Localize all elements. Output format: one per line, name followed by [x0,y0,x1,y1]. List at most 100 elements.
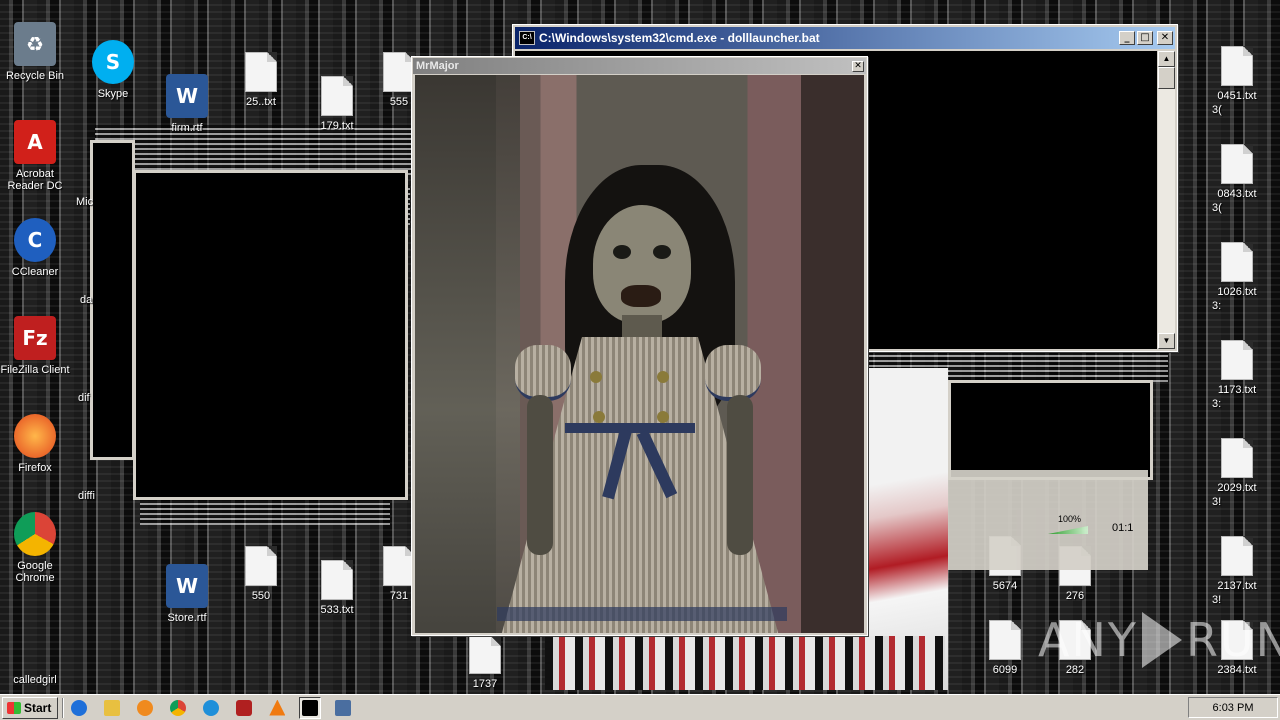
glitch-text: 3: [1212,300,1222,312]
desktop-icon-label: 25..txt [246,96,276,108]
desktop-file[interactable]: 550 [226,540,296,638]
clock-fragment: 01:1 [1112,522,1134,534]
mrmajor-window[interactable]: MrMajor ✕ [411,56,868,636]
close-button[interactable]: ✕ [1157,31,1173,45]
volume-bar [1048,526,1088,534]
cmd-window-title: C:\Windows\system32\cmd.exe - dolllaunch… [539,31,820,45]
desktop-file[interactable]: 2029.txt [1202,432,1272,530]
desktop-icon-recycle-bin[interactable]: ♻ Recycle Bin [0,18,70,116]
text-file-icon [1221,242,1253,282]
quick-launch-ie[interactable] [68,697,90,719]
desktop-icon-firefox[interactable]: Firefox [0,410,70,508]
desktop-icon-ccleaner[interactable]: C CCleaner [0,214,70,312]
acrobat-icon: A [14,120,56,164]
quick-launch-app[interactable] [233,697,255,719]
quick-launch-explorer[interactable] [101,697,123,719]
background-window [133,170,408,500]
word-doc-icon: W [166,74,208,118]
chrome-icon [170,699,187,716]
taskbar: Start 6:03 PM [0,694,1280,720]
desktop-icon-store-rtf[interactable]: W Store.rtf [152,560,222,658]
vlc-icon [269,699,286,716]
skype-icon: S [92,40,134,84]
desktop-file[interactable]: 6099 [970,614,1040,690]
desktop-icon-label: Recycle Bin [5,70,65,82]
text-file-icon [1221,144,1253,184]
start-button[interactable]: Start [2,696,59,719]
background-window [90,140,135,460]
doll-eye [653,245,671,259]
image-fragment [545,636,945,690]
cmd-scrollbar[interactable]: ▲ ▼ [1158,51,1175,349]
taskbar-window-button[interactable] [332,697,354,719]
desktop-file[interactable]: calledgirl [0,624,70,690]
mrmajor-titlebar[interactable]: MrMajor ✕ [413,58,866,74]
doll-button [657,371,669,383]
taskbar-clock[interactable]: 6:03 PM [1213,702,1254,714]
system-tray[interactable]: 6:03 PM [1188,697,1278,718]
scroll-thumb[interactable] [1158,67,1175,89]
scroll-down-button[interactable]: ▼ [1158,333,1175,349]
desktop-icon-label: 0451.txt [1217,90,1257,102]
maximize-button[interactable]: □ [1137,31,1153,45]
background-window [948,380,1153,480]
scroll-up-button[interactable]: ▲ [1158,51,1175,67]
filezilla-icon: Fz [14,316,56,360]
image-overlay [415,75,520,633]
quick-launch-vlc[interactable] [266,697,288,719]
taskbar-cmd-button[interactable] [299,696,322,719]
volume-level: 100% [1058,514,1082,524]
desktop-file[interactable]: 0451.txt [1202,40,1272,138]
doll-button [593,411,605,423]
glitch-text: 3! [1212,496,1222,508]
desktop-file[interactable]: 179.txt [302,70,372,168]
cmd-icon [302,699,319,716]
desktop-icon-label: 6099 [992,664,1018,676]
desktop-file[interactable]: 533.txt [302,554,372,652]
glitch-text: dif [78,392,90,404]
quick-launch-edge[interactable] [200,697,222,719]
desktop-file[interactable]: 1026.txt [1202,236,1272,334]
desktop-icon-chrome[interactable]: Google Chrome [0,508,70,606]
desktop-icon-label: 1737 [472,678,498,690]
ccleaner-icon: C [14,218,56,262]
desktop-icon-acrobat[interactable]: A Acrobat Reader DC [0,116,70,214]
doll-button [590,371,602,383]
desktop-icon-label: 1026.txt [1217,286,1257,298]
minimize-button[interactable]: _ [1119,31,1135,45]
start-label: Start [24,700,52,715]
explorer-folder-icon [104,699,121,716]
doll-eye [613,245,631,259]
desktop-icon-label: CCleaner [11,266,59,278]
text-file-icon [245,546,277,586]
volume-popup-fragment: 100% 01:1 [948,470,1148,570]
doll-dress-hem [497,607,787,621]
desktop-icon-label: 2029.txt [1217,482,1257,494]
edge-icon [203,699,220,716]
text-file-icon [1221,536,1253,576]
desktop-file[interactable]: 1737 [450,630,520,690]
doll-sleeve [705,345,761,401]
desktop-file[interactable]: 0843.txt [1202,138,1272,236]
quick-launch-chrome[interactable] [167,697,189,719]
doll-button [657,411,669,423]
text-file-icon [1221,438,1253,478]
cmd-titlebar[interactable]: C:\ C:\Windows\system32\cmd.exe - dollla… [515,27,1175,49]
desktop-icon-skype[interactable]: S Skype [78,36,148,134]
desktop-file[interactable]: 25..txt [226,46,296,144]
watermark-text-right: RUN [1185,613,1280,667]
desktop-icon-label: Store.rtf [167,612,207,624]
desktop-file[interactable]: 1173.txt [1202,334,1272,432]
glitch-text: 3( [1212,104,1222,116]
desktop-icon-label: 1173.txt [1217,384,1257,396]
quick-launch-media-player[interactable] [134,697,156,719]
ie-icon [71,699,88,716]
desktop-icon-label: Skype [97,88,129,100]
close-button[interactable]: ✕ [852,60,864,72]
glitch-text: da [80,294,93,306]
text-file-icon [321,76,353,116]
desktop-icon-firm-rtf[interactable]: W firm.rtf [152,70,222,168]
desktop-icon-filezilla[interactable]: Fz FileZilla Client [0,312,70,410]
doll-sleeve [515,345,571,401]
text-file-icon [469,636,501,674]
